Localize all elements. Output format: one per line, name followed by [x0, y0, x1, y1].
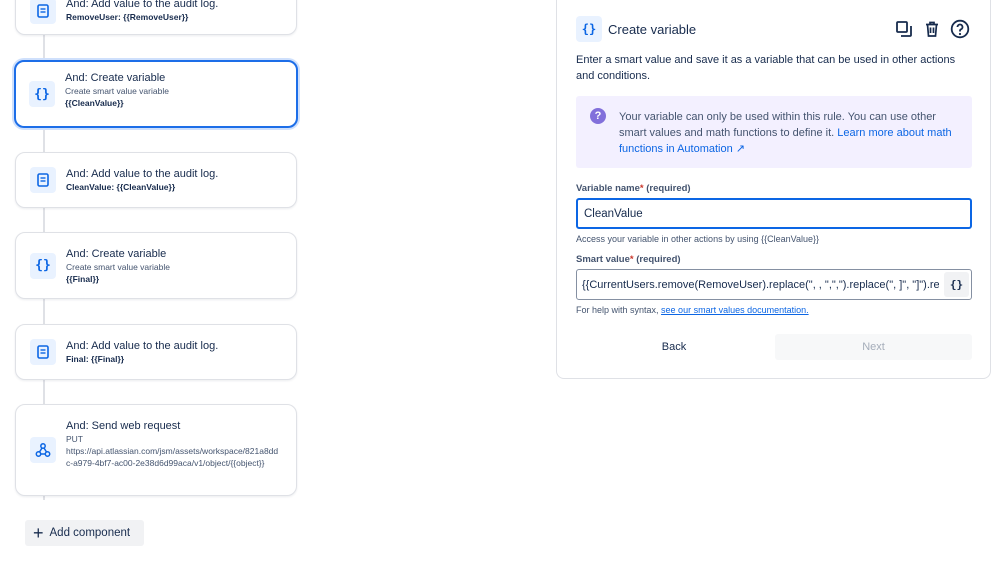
panel-description: Enter a smart value and save it as a var… [576, 54, 956, 82]
card-title: And: Add value to the audit log. [66, 340, 219, 352]
help-icon[interactable] [950, 19, 970, 39]
flow-card-send-web-request[interactable]: And: Send web request PUT https://api.at… [15, 404, 297, 496]
card-title: And: Add value to the audit log. [66, 168, 219, 180]
variable-name-label: Variable name* (required) [576, 183, 691, 194]
audit-log-icon [30, 0, 56, 24]
panel-header: {} Create variable [576, 16, 970, 42]
flow-card-create-variable-final[interactable]: {} And: Create variable Create smart val… [15, 232, 297, 299]
smart-values-docs-link[interactable]: see our smart values documentation. [661, 305, 809, 315]
required-asterisk: * [629, 254, 634, 265]
add-component-label: Add component [49, 527, 131, 539]
audit-log-icon [30, 167, 56, 193]
card-detail: CleanValue: {{CleanValue}} [66, 182, 176, 192]
variable-name-helper: Access your variable in other actions by… [576, 234, 819, 244]
audit-log-icon [30, 339, 56, 365]
card-detail: {{CleanValue}} [65, 98, 124, 108]
create-variable-panel: {} Create variable Enter a smart value a… [556, 0, 991, 379]
required-asterisk: * [639, 183, 644, 194]
card-title: And: Create variable [66, 248, 167, 260]
smart-value-helper: For help with syntax, see our smart valu… [576, 305, 809, 315]
smart-value-input[interactable] [577, 270, 944, 299]
rule-flow: And: Add value to the audit log. RemoveU… [0, 0, 320, 571]
variable-braces-icon: {} [576, 16, 602, 42]
smart-value-field: {} [576, 269, 972, 300]
variable-braces-icon: {} [30, 252, 56, 279]
card-detail: Final: {{Final}} [66, 354, 125, 364]
card-method: PUT [66, 434, 83, 444]
smart-value-label: Smart value* (required) [576, 254, 681, 265]
next-button[interactable]: Next [775, 334, 972, 360]
trash-icon[interactable] [922, 19, 942, 39]
plus-icon: + [33, 523, 44, 543]
card-detail: RemoveUser: {{RemoveUser}} [66, 12, 189, 22]
info-message: ? Your variable can only be used within … [576, 96, 972, 168]
duplicate-icon[interactable] [894, 19, 914, 39]
card-subtitle: Create smart value variable [65, 86, 169, 96]
question-circle-icon: ? [590, 108, 606, 124]
card-title: And: Add value to the audit log. [66, 0, 219, 10]
variable-braces-icon: {} [29, 81, 55, 107]
webhook-icon [30, 437, 56, 463]
add-component-button[interactable]: + Add component [25, 520, 144, 546]
back-button[interactable]: Back [576, 334, 772, 360]
panel-title: Create variable [608, 21, 697, 37]
card-detail: {{Final}} [66, 274, 100, 284]
flow-card-create-variable-clean-value[interactable]: {} And: Create variable Create smart val… [14, 60, 298, 128]
card-url: https://api.atlassian.com/jsm/assets/wor… [66, 446, 279, 468]
variable-name-input[interactable] [576, 198, 972, 229]
panel-actions [894, 19, 970, 39]
insert-smart-value-button[interactable]: {} [944, 272, 969, 297]
card-title: And: Create variable [65, 72, 166, 84]
card-title: And: Send web request [66, 420, 181, 432]
flow-card-audit-log-final[interactable]: And: Add value to the audit log. Final: … [15, 324, 297, 380]
flow-card-audit-log-remove-user[interactable]: And: Add value to the audit log. RemoveU… [15, 0, 297, 35]
card-subtitle: Create smart value variable [66, 262, 170, 272]
flow-card-audit-log-clean-value[interactable]: And: Add value to the audit log. CleanVa… [15, 152, 297, 208]
